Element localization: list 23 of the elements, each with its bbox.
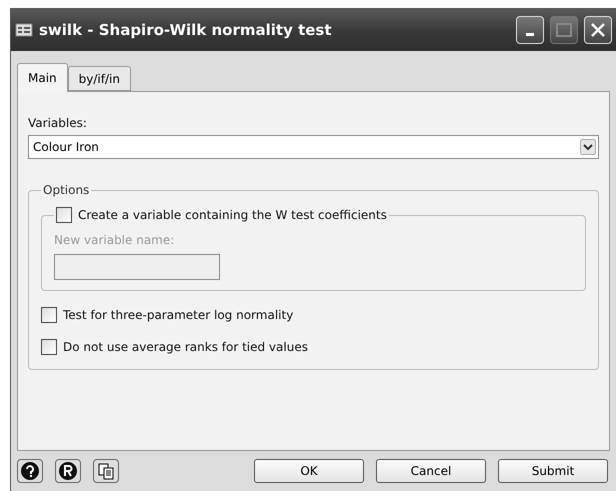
- variables-dropdown[interactable]: Colour Iron: [28, 135, 599, 159]
- options-legend: Options: [41, 183, 92, 197]
- reset-icon[interactable]: [55, 459, 81, 483]
- help-icon[interactable]: [17, 459, 43, 483]
- maximize-icon: [556, 23, 572, 37]
- dialog-button[interactable]: Cancel: [376, 459, 486, 483]
- option-checkbox[interactable]: Test for three-parameter log normality: [41, 307, 586, 323]
- dialog-button[interactable]: Submit: [498, 459, 608, 483]
- coefficients-checkbox[interactable]: Create a variable containing the W test coefficients: [56, 207, 387, 223]
- minimize-button[interactable]: [516, 16, 544, 44]
- window-title: swilk - Shapiro-Wilk normality test: [39, 21, 333, 39]
- chevron-down-icon: [580, 139, 596, 155]
- close-button[interactable]: [584, 16, 612, 44]
- new-variable-label: New variable name:: [54, 233, 174, 247]
- minimize-icon: [526, 32, 534, 36]
- copy-icon[interactable]: [93, 459, 119, 483]
- option-checkbox[interactable]: Do not use average ranks for tied values: [41, 339, 586, 355]
- window-icon: [15, 23, 33, 37]
- tab[interactable]: by/if/in: [68, 66, 131, 91]
- variables-label: Variables:: [28, 116, 88, 130]
- close-icon: [590, 22, 606, 38]
- tab[interactable]: Main: [17, 63, 68, 92]
- dialog-button[interactable]: OK: [254, 459, 364, 483]
